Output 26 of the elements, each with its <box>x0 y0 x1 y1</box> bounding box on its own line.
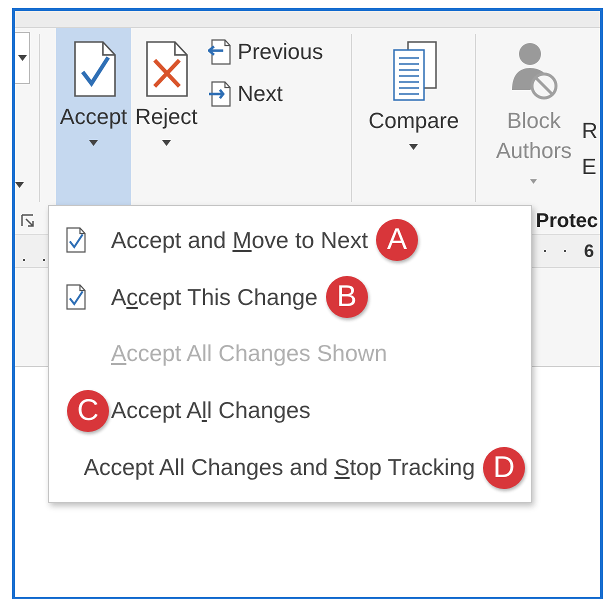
callout-badge: C <box>67 390 109 432</box>
caret-icon <box>530 179 538 184</box>
reject-button[interactable]: Reject <box>131 28 202 208</box>
menu-item[interactable]: Accept and Move to Next A <box>49 214 531 266</box>
menu-item[interactable]: Accept All Changes and Stop Tracking D <box>49 442 531 494</box>
caret-icon <box>89 140 98 146</box>
callout-badge: A <box>376 219 418 262</box>
caret-icon <box>409 144 418 150</box>
caret-icon <box>18 55 26 61</box>
cut-label: R <box>582 118 599 144</box>
previous-button[interactable]: Previous <box>208 38 336 66</box>
dialog-launcher-icon[interactable] <box>21 214 35 228</box>
callout-badge: D <box>483 446 525 489</box>
caret-icon <box>162 140 171 146</box>
dropdown-field[interactable] <box>15 32 30 84</box>
menu-item[interactable]: C Accept All Changes <box>49 384 531 437</box>
cut-label: E <box>582 154 598 180</box>
right-arrow-document-icon <box>208 80 232 108</box>
accept-button[interactable]: Accept <box>56 28 132 208</box>
next-button[interactable]: Next <box>208 80 336 108</box>
caret-icon <box>15 182 24 188</box>
callout-badge: B <box>326 276 368 318</box>
document-x-icon <box>143 40 190 98</box>
left-arrow-document-icon <box>208 38 232 66</box>
menu-item[interactable]: Accept This Change B <box>49 271 531 324</box>
ruler-number: 6 <box>584 240 594 262</box>
